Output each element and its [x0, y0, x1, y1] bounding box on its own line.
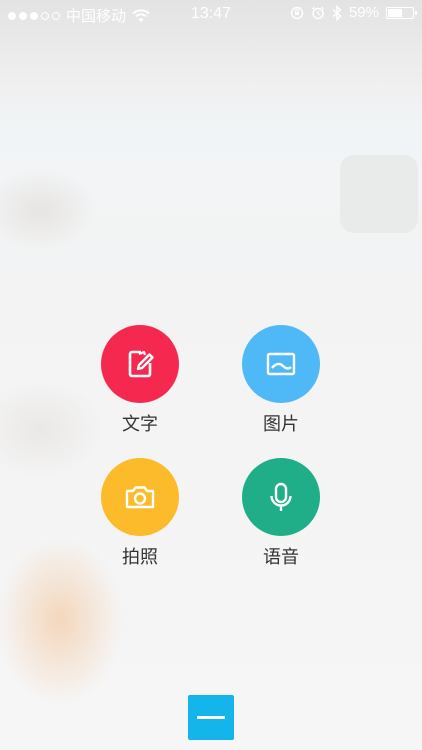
battery-icon — [386, 6, 417, 19]
status-bar-right: 59% — [290, 4, 417, 21]
voice-post-button[interactable] — [242, 458, 320, 536]
photo-post-button[interactable] — [101, 458, 179, 536]
blurred-background — [0, 0, 422, 750]
rotation-lock-icon — [290, 6, 304, 19]
blurred-floating-button — [340, 155, 418, 233]
bluetooth-icon — [332, 4, 342, 21]
microphone-icon — [270, 482, 292, 511]
voice-post-action[interactable]: 语音 — [221, 458, 341, 588]
image-post-action[interactable]: 图片 — [221, 325, 341, 455]
battery-terminal — [415, 10, 417, 15]
text-post-button[interactable] — [101, 325, 179, 403]
text-post-action[interactable]: 文字 — [80, 325, 200, 455]
camera-icon — [125, 486, 155, 509]
battery-percentage: 59% — [348, 4, 379, 21]
photo-post-action[interactable]: 拍照 — [80, 458, 200, 588]
image-post-label: 图片 — [263, 414, 299, 434]
minus-icon — [197, 716, 225, 719]
image-icon — [266, 352, 296, 376]
edit-note-icon — [128, 350, 154, 378]
close-menu-button[interactable] — [188, 695, 234, 740]
text-post-label: 文字 — [122, 414, 158, 434]
image-post-button[interactable] — [242, 325, 320, 403]
photo-post-label: 拍照 — [122, 547, 158, 567]
voice-post-label: 语音 — [263, 547, 299, 567]
alarm-clock-icon — [312, 6, 324, 19]
battery-fill — [388, 8, 402, 17]
status-bar: 中国移动 13:47 59% — [0, 0, 422, 28]
